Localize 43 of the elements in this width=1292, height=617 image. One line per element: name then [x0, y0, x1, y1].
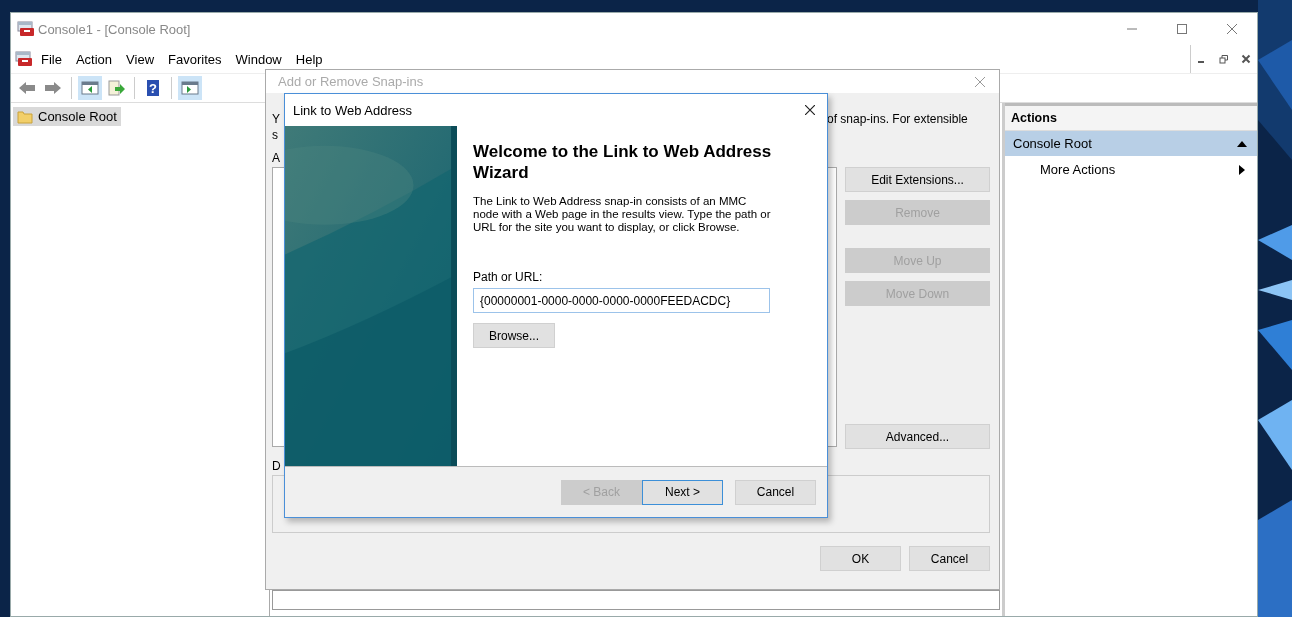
dialog-button[interactable]: Cancel [909, 546, 990, 571]
maximize-icon[interactable] [1177, 24, 1187, 34]
action-pane-toggle-button[interactable] [178, 76, 202, 100]
dialog-title: Add or Remove Snap-ins [278, 74, 424, 89]
dialog-button[interactable]: OK [820, 546, 901, 571]
tree-toggle-button[interactable] [78, 76, 102, 100]
wizard-description: The Link to Web Address snap-in consists of an MMC node with a Web page in the results view. Type the path or URL for the site you want to display, or click Browse. [473, 195, 772, 234]
wizard-button[interactable]: Next > [642, 479, 723, 505]
description-label: D [272, 459, 281, 473]
wizard-title: Link to Web Address [293, 102, 412, 118]
export-list-icon [107, 80, 125, 96]
menu-item[interactable]: Help [295, 51, 323, 67]
menu-item[interactable]: File [41, 51, 62, 67]
intro-text: of snap-ins. For extensible [827, 111, 969, 127]
intro-text: s [272, 127, 278, 143]
field-label: Path or URL: [473, 270, 543, 284]
toolbox-icon[interactable] [15, 51, 33, 67]
side-button[interactable]: Edit Extensions... [845, 167, 990, 192]
wizard-button[interactable]: Cancel [735, 479, 816, 505]
window-title: Console1 - [Console Root] [38, 21, 191, 37]
intro-text: Y [272, 111, 280, 127]
browse-button[interactable]: Browse... [473, 323, 555, 348]
wizard-heading: Welcome to the Link to Web Address Wizard [473, 141, 773, 183]
arrow-left-icon [18, 80, 36, 96]
collapse-icon [1237, 140, 1247, 147]
actions-header: Actions [1005, 106, 1257, 131]
menu-item[interactable]: View [126, 51, 155, 67]
toolbox-icon [17, 21, 35, 37]
folder-icon [17, 109, 33, 124]
pane-icon [81, 80, 99, 96]
menu-item[interactable]: Window [235, 51, 282, 67]
pane-icon [181, 80, 199, 96]
tree-item[interactable]: Console Root [13, 107, 121, 126]
submenu-arrow-icon [1239, 164, 1245, 175]
arrow-right-icon [44, 80, 62, 96]
action-group-header[interactable]: Console Root [1005, 131, 1257, 156]
close-icon[interactable] [805, 105, 815, 115]
list-label: A [272, 151, 280, 165]
menu-item[interactable]: Favorites [168, 51, 222, 67]
menu-item[interactable]: Action [75, 51, 113, 67]
side-button[interactable]: Advanced... [845, 424, 990, 449]
path-input-field[interactable]: {00000001-0000-0000-0000-0000FEEDACDC} [473, 288, 770, 313]
action-item[interactable]: More Actions [1005, 156, 1257, 183]
